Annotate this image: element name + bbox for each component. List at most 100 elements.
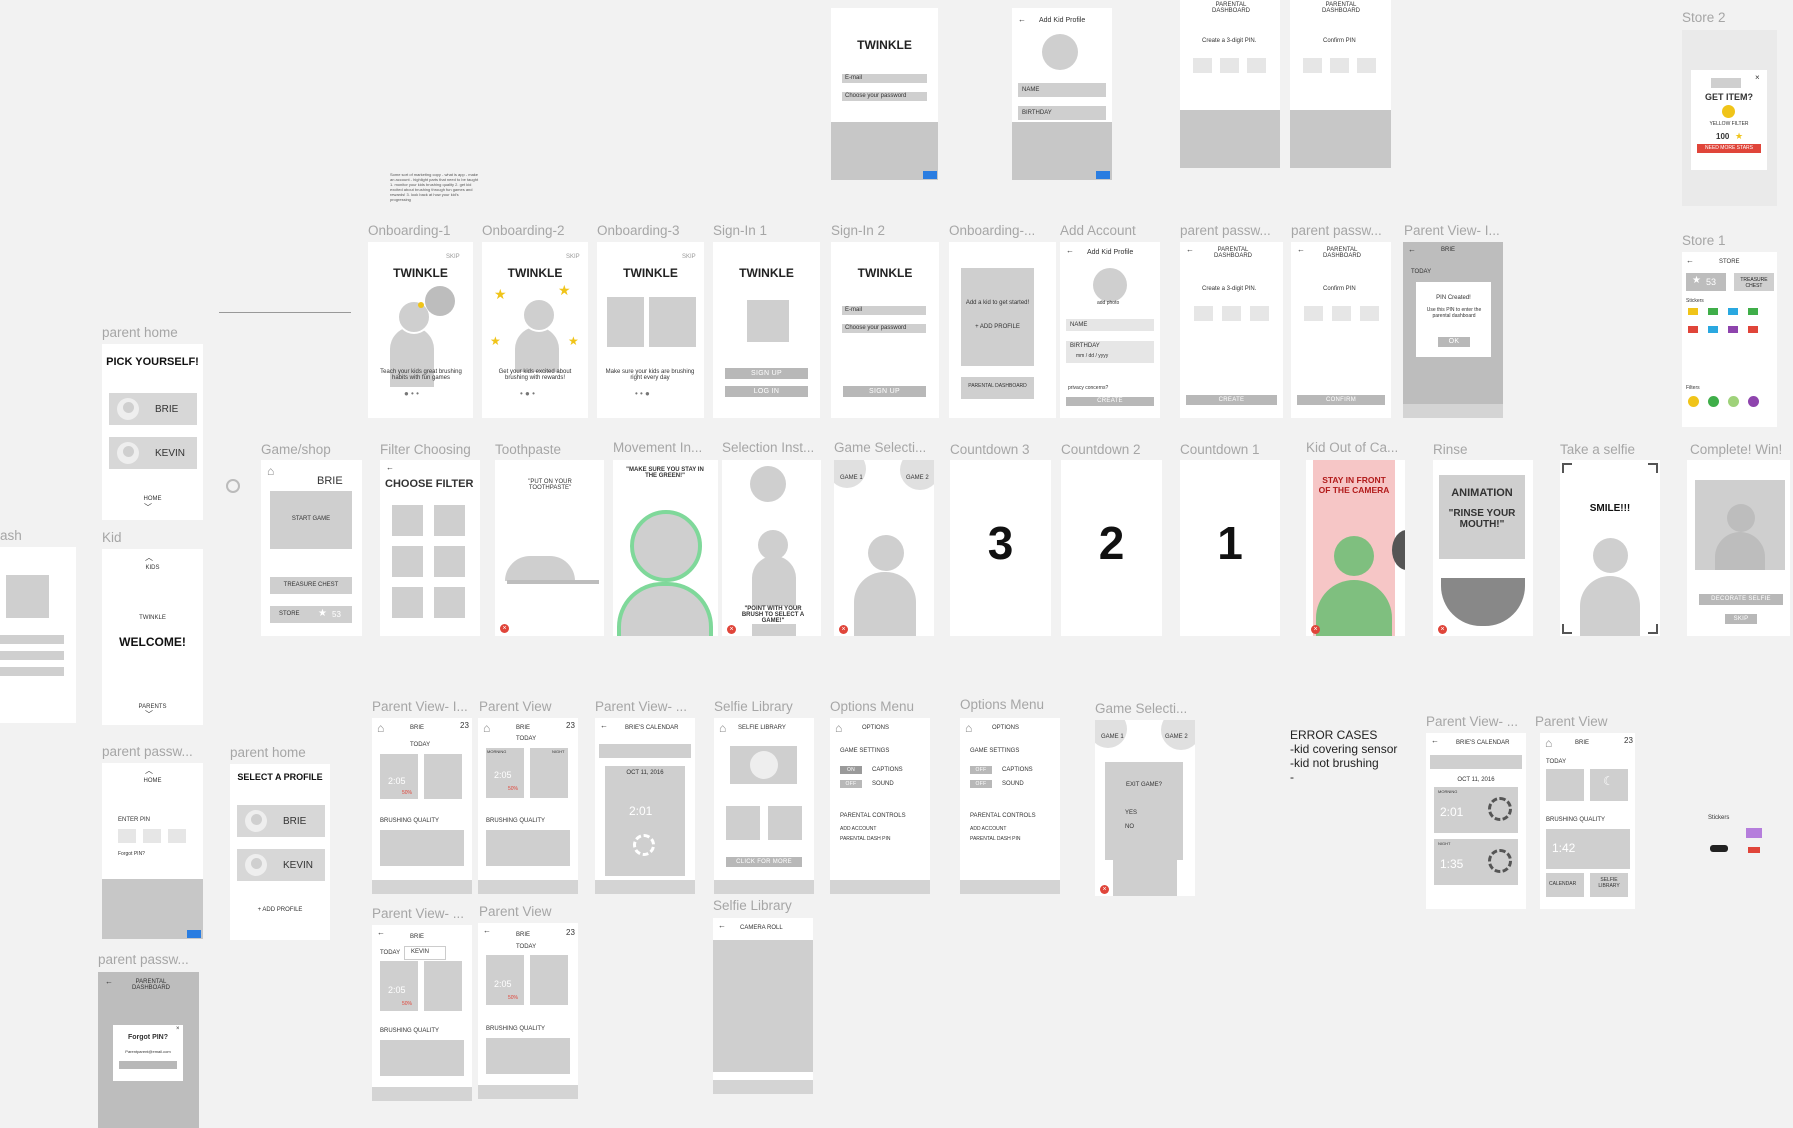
pin-digit[interactable] bbox=[143, 829, 161, 843]
close-icon[interactable]: × bbox=[1755, 73, 1760, 82]
forgot-pin-link[interactable]: Forgot PIN? bbox=[118, 851, 145, 857]
night-card[interactable] bbox=[424, 961, 462, 1011]
artboard-signin-2[interactable]: TWINKLE E-mail Choose your password SIGN… bbox=[831, 242, 939, 418]
sound-toggle[interactable]: OFF bbox=[970, 780, 992, 788]
morning-card[interactable]: 2:05 50% bbox=[380, 961, 418, 1011]
artboard-create-pin-top[interactable]: PARENTAL DASHBOARD Create a 3-digit PIN. bbox=[1180, 0, 1280, 168]
filter-item[interactable] bbox=[1748, 396, 1759, 407]
skip-link[interactable]: SKIP bbox=[446, 254, 460, 260]
back-arrow-icon[interactable]: ← bbox=[600, 721, 608, 730]
close-icon[interactable]: × bbox=[1311, 625, 1320, 634]
artboard-onboarding-1[interactable]: SKIP TWINKLE Teach your kids great brush… bbox=[368, 242, 473, 418]
artboard-signin-top[interactable]: TWINKLE E-mail Choose your password bbox=[831, 8, 938, 180]
home-link[interactable]: HOME bbox=[102, 496, 203, 502]
bottom-nav[interactable] bbox=[595, 880, 695, 894]
privacy-link[interactable]: privacy concerns? bbox=[1068, 385, 1108, 391]
artboard-take-selfie[interactable]: SMILE!!! bbox=[1560, 460, 1660, 636]
keyboard[interactable] bbox=[1290, 110, 1391, 168]
sticker-item[interactable] bbox=[1748, 308, 1758, 315]
kid-selector[interactable]: BRIE bbox=[516, 725, 530, 731]
artboard-onboarding-add-kid[interactable]: Add a kid to get started! + ADD PROFILE … bbox=[949, 242, 1056, 418]
back-arrow-icon[interactable]: ← bbox=[1186, 245, 1194, 254]
night-card[interactable] bbox=[530, 955, 568, 1005]
artboard-toothpaste[interactable]: "PUT ON YOUR TOOTHPASTE" × bbox=[495, 460, 604, 636]
profile-kevin[interactable]: KEVIN bbox=[237, 849, 325, 881]
morning-card[interactable] bbox=[1546, 769, 1584, 801]
create-button[interactable]: CREATE bbox=[1066, 397, 1154, 406]
ok-button[interactable]: OK bbox=[1438, 337, 1470, 347]
close-icon[interactable]: × bbox=[1438, 625, 1447, 634]
artboard-calendar-detail[interactable]: ← BRIE'S CALENDAR OCT 11, 2016 MORNING 2:… bbox=[1426, 733, 1526, 909]
avatar[interactable] bbox=[1093, 268, 1127, 302]
parent-dash-pin-link[interactable]: PARENTAL DASH PIN bbox=[840, 836, 890, 842]
keyboard-go-key[interactable] bbox=[187, 930, 201, 938]
artboard-select-profile[interactable]: SELECT A PROFILE BRIE KEVIN + ADD PROFIL… bbox=[230, 764, 330, 940]
artboard-add-kid-top[interactable]: ← Add Kid Profile NAME BIRTHDAY bbox=[1012, 8, 1112, 180]
profile-brie[interactable]: BRIE bbox=[109, 393, 197, 425]
artboard-confirm-pin[interactable]: ← PARENTAL DASHBOARD Confirm PIN CONFIRM bbox=[1291, 242, 1391, 418]
email-field[interactable]: E-mail bbox=[842, 74, 927, 83]
filter-option[interactable] bbox=[434, 587, 465, 618]
artboard-exit-game[interactable]: GAME 1 GAME 2 EXIT GAME? YES NO × bbox=[1095, 720, 1195, 896]
bottom-nav[interactable] bbox=[372, 1087, 472, 1101]
filter-option[interactable] bbox=[392, 546, 423, 577]
add-kid-card[interactable]: Add a kid to get started! + ADD PROFILE bbox=[961, 268, 1034, 366]
filter-item[interactable] bbox=[1728, 396, 1739, 407]
pin-digit[interactable] bbox=[1193, 58, 1212, 73]
close-icon[interactable]: × bbox=[839, 625, 848, 634]
start-game-button[interactable]: START GAME bbox=[270, 491, 352, 549]
calendar-button[interactable]: CALENDAR bbox=[1546, 873, 1584, 897]
kids-link[interactable]: KIDS bbox=[102, 565, 203, 571]
artboard-kid-out-of-camera[interactable]: STAY IN FRONT OF THE CAMERA × bbox=[1306, 460, 1405, 636]
password-field[interactable]: Choose your password bbox=[842, 324, 926, 333]
artboard-options-menu-on[interactable]: ⌂ OPTIONS GAME SETTINGS ON CAPTIONS OFF … bbox=[830, 718, 930, 894]
send-button[interactable] bbox=[119, 1061, 177, 1069]
morning-card[interactable]: 2:05 50% bbox=[486, 955, 524, 1005]
artboard-parent-view-kid-dropdown[interactable]: ← BRIE KEVIN TODAY 2:05 50% BRUSHING QUAL… bbox=[372, 925, 472, 1101]
artboard-parent-view-night[interactable]: ⌂ BRIE 23 TODAY ☾ BRUSHING QUALITY 1:42 … bbox=[1540, 733, 1635, 909]
sticker-item[interactable] bbox=[1708, 308, 1718, 315]
keyboard[interactable] bbox=[831, 122, 938, 180]
back-arrow-icon[interactable]: ← bbox=[377, 928, 385, 937]
back-arrow-icon[interactable]: ← bbox=[105, 977, 113, 986]
pin-digit[interactable] bbox=[1250, 306, 1269, 321]
back-arrow-icon[interactable]: ← bbox=[1018, 15, 1026, 24]
artboard-selection-instructions[interactable]: "POINT WITH YOUR BRUSH TO SELECT A GAME!… bbox=[722, 460, 821, 636]
sticker-item[interactable] bbox=[1728, 308, 1738, 315]
back-arrow-icon[interactable]: ← bbox=[483, 926, 491, 935]
skip-link[interactable]: SKIP bbox=[682, 254, 696, 260]
name-field[interactable]: NAME bbox=[1018, 83, 1106, 97]
home-icon[interactable]: ⌂ bbox=[1545, 736, 1552, 750]
back-arrow-icon[interactable]: ← bbox=[718, 921, 726, 930]
pin-digit[interactable] bbox=[168, 829, 186, 843]
morning-card[interactable]: 2:05 50% bbox=[380, 754, 418, 799]
sticker-item[interactable] bbox=[1748, 326, 1758, 333]
week-strip[interactable] bbox=[1430, 755, 1522, 769]
artboard-selfie-library[interactable]: ⌂ SELFIE LIBRARY CLICK FOR MORE bbox=[714, 718, 814, 894]
artboard-create-pin[interactable]: ← PARENTAL DASHBOARD Create a 3-digit PI… bbox=[1180, 242, 1283, 418]
artboard-kid-welcome[interactable]: ︿ KIDS TWINKLE WELCOME! PARENTS ﹀ bbox=[102, 549, 203, 725]
need-more-stars-button[interactable]: NEED MORE STARS bbox=[1697, 144, 1761, 153]
artboard-store-2[interactable]: × GET ITEM? YELLOW FILTER 100 ★ NEED MOR… bbox=[1682, 30, 1777, 206]
captions-toggle[interactable]: ON bbox=[840, 766, 862, 774]
signup-button[interactable]: SIGN UP bbox=[843, 386, 926, 397]
week-strip[interactable] bbox=[599, 744, 691, 758]
filter-option[interactable] bbox=[392, 587, 423, 618]
bottom-nav[interactable] bbox=[714, 880, 814, 894]
filter-option[interactable] bbox=[434, 505, 465, 536]
selfie-featured[interactable] bbox=[730, 746, 797, 784]
kid-selector[interactable]: BRIE bbox=[410, 725, 424, 731]
bottom-nav[interactable] bbox=[830, 880, 930, 894]
sticker-item[interactable] bbox=[1728, 326, 1738, 333]
home-link[interactable]: HOME bbox=[102, 778, 203, 784]
add-account-link[interactable]: ADD ACCOUNT bbox=[970, 826, 1006, 832]
back-arrow-icon[interactable]: ← bbox=[1686, 256, 1694, 265]
keyboard-go-key[interactable] bbox=[1096, 171, 1110, 179]
home-icon[interactable]: ⌂ bbox=[965, 721, 972, 735]
close-icon[interactable]: × bbox=[1100, 885, 1109, 894]
back-arrow-icon[interactable]: ← bbox=[1066, 246, 1074, 255]
skip-button[interactable]: SKIP bbox=[1725, 614, 1757, 624]
home-icon[interactable]: ⌂ bbox=[719, 721, 726, 735]
night-card[interactable]: ☾ bbox=[1590, 769, 1628, 801]
pin-digit[interactable] bbox=[1357, 58, 1376, 73]
